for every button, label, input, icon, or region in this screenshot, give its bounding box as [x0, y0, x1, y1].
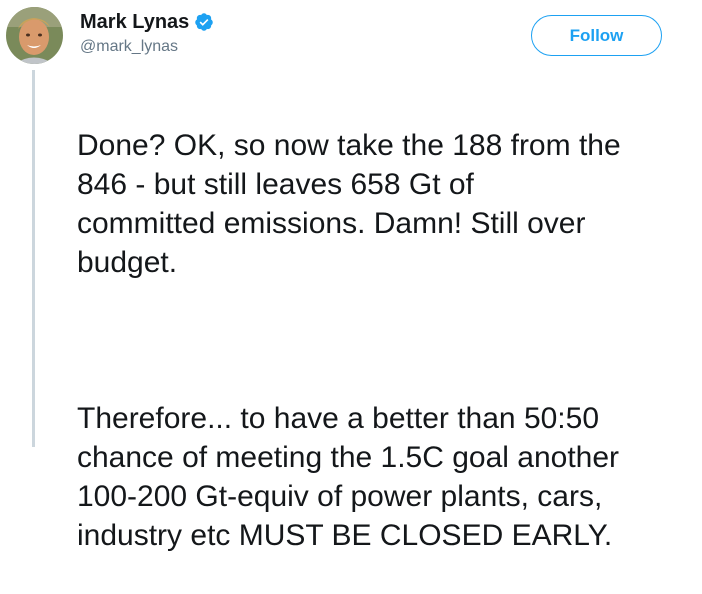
profile-photo-icon: [6, 7, 63, 64]
tweet-card: Mark Lynas @mark_lynas Follow Done? OK, …: [0, 0, 702, 552]
author-name-row: Mark Lynas: [80, 9, 214, 35]
thread-connector-line: [32, 70, 35, 447]
tweet-paragraph-1: Done? OK, so now take the 188 from the 8…: [77, 129, 621, 279]
follow-button[interactable]: Follow: [531, 15, 662, 56]
author-block: Mark Lynas @mark_lynas: [80, 9, 214, 57]
author-handle[interactable]: @mark_lynas: [80, 37, 214, 57]
author-display-name[interactable]: Mark Lynas: [80, 9, 189, 35]
avatar[interactable]: [6, 7, 63, 64]
tweet-text: Done? OK, so now take the 188 from the 8…: [77, 87, 702, 594]
tweet-paragraph-2: Therefore... to have a better than 50:50…: [77, 402, 620, 552]
verified-badge-icon: [194, 12, 214, 32]
